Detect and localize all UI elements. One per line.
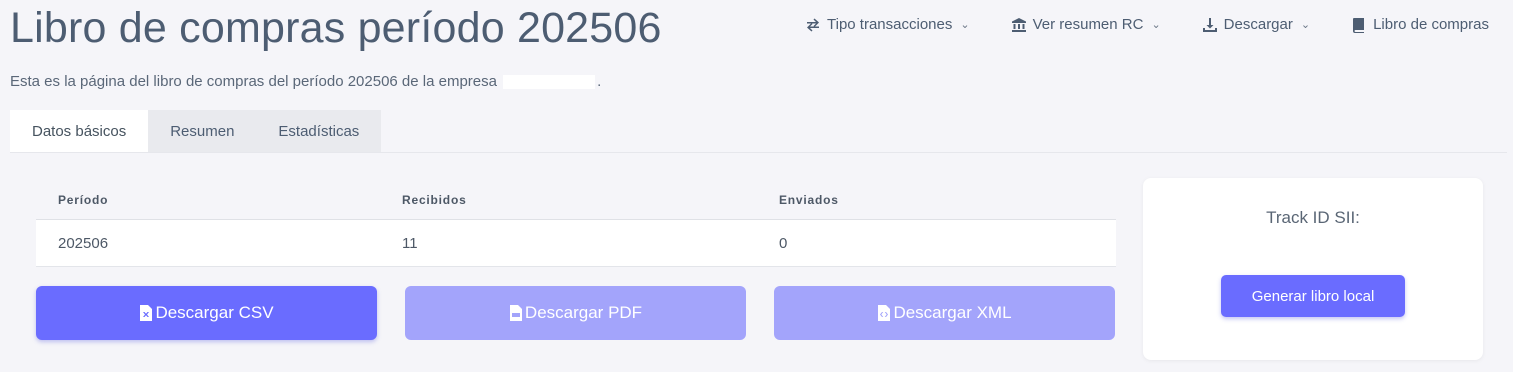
page-title: Libro de compras período 202506 (10, 4, 662, 52)
tab-resumen[interactable]: Resumen (148, 110, 257, 153)
nav-tipo-transacciones[interactable]: Tipo transacciones ⌄ (764, 16, 970, 33)
bank-icon (1011, 17, 1026, 32)
period-table: Período Recibidos Enviados 202506 11 0 (36, 180, 1116, 267)
column-header-periodo: Período (58, 192, 109, 207)
page-subtitle: Esta es la página del libro de compras d… (10, 73, 601, 90)
subtitle-text: Esta es la página del libro de compras d… (10, 73, 497, 90)
exchange-icon (807, 18, 820, 31)
button-label: Descargar XML (893, 303, 1012, 322)
cell-recibidos: 11 (402, 234, 418, 252)
tab-bar: Datos básicos Resumen Estadísticas (10, 110, 382, 153)
file-code-icon (878, 305, 891, 321)
cell-periodo: 202506 (58, 234, 109, 252)
nav-label: Descargar (1223, 16, 1293, 33)
nav-descargar[interactable]: Descargar ⌄ (1161, 16, 1310, 33)
generate-local-book-button[interactable]: Generar libro local (1221, 275, 1405, 317)
nav-label: Libro de compras (1373, 16, 1489, 33)
table-row: 202506 11 0 (36, 220, 1116, 267)
track-id-card: Track ID SII: Generar libro local (1143, 178, 1483, 360)
book-icon (1353, 17, 1365, 33)
download-icon (1202, 17, 1217, 32)
chevron-down-icon: ⌄ (960, 19, 970, 31)
tab-datos-basicos[interactable]: Datos básicos (10, 110, 149, 153)
nav-libro-de-compras[interactable]: Libro de compras (1310, 16, 1489, 33)
nav-ver-resumen-rc[interactable]: Ver resumen RC ⌄ (970, 16, 1161, 33)
button-label: Descargar CSV (155, 303, 274, 322)
redacted-company-name (503, 75, 596, 90)
download-pdf-button[interactable]: Descargar PDF (405, 286, 746, 340)
tab-divider (10, 152, 1507, 153)
file-pdf-icon (509, 305, 522, 321)
nav-label: Ver resumen RC (1032, 16, 1144, 33)
chevron-down-icon: ⌄ (1300, 19, 1311, 31)
column-header-enviados: Enviados (779, 192, 839, 207)
top-nav: Tipo transacciones ⌄ Ver resumen RC ⌄ De… (764, 16, 1489, 33)
tab-estadisticas[interactable]: Estadísticas (256, 110, 382, 153)
subtitle-end: . (597, 73, 602, 90)
track-id-label: Track ID SII: (1266, 208, 1360, 227)
download-xml-button[interactable]: Descargar XML (774, 286, 1115, 340)
button-label: Descargar PDF (524, 303, 643, 322)
cell-enviados: 0 (779, 234, 788, 252)
download-csv-button[interactable]: Descargar CSV (36, 286, 377, 340)
nav-label: Tipo transacciones (827, 16, 953, 33)
chevron-down-icon: ⌄ (1151, 19, 1161, 31)
file-csv-icon (140, 305, 153, 321)
column-header-recibidos: Recibidos (402, 192, 467, 207)
table-header: Período Recibidos Enviados (36, 180, 1116, 220)
